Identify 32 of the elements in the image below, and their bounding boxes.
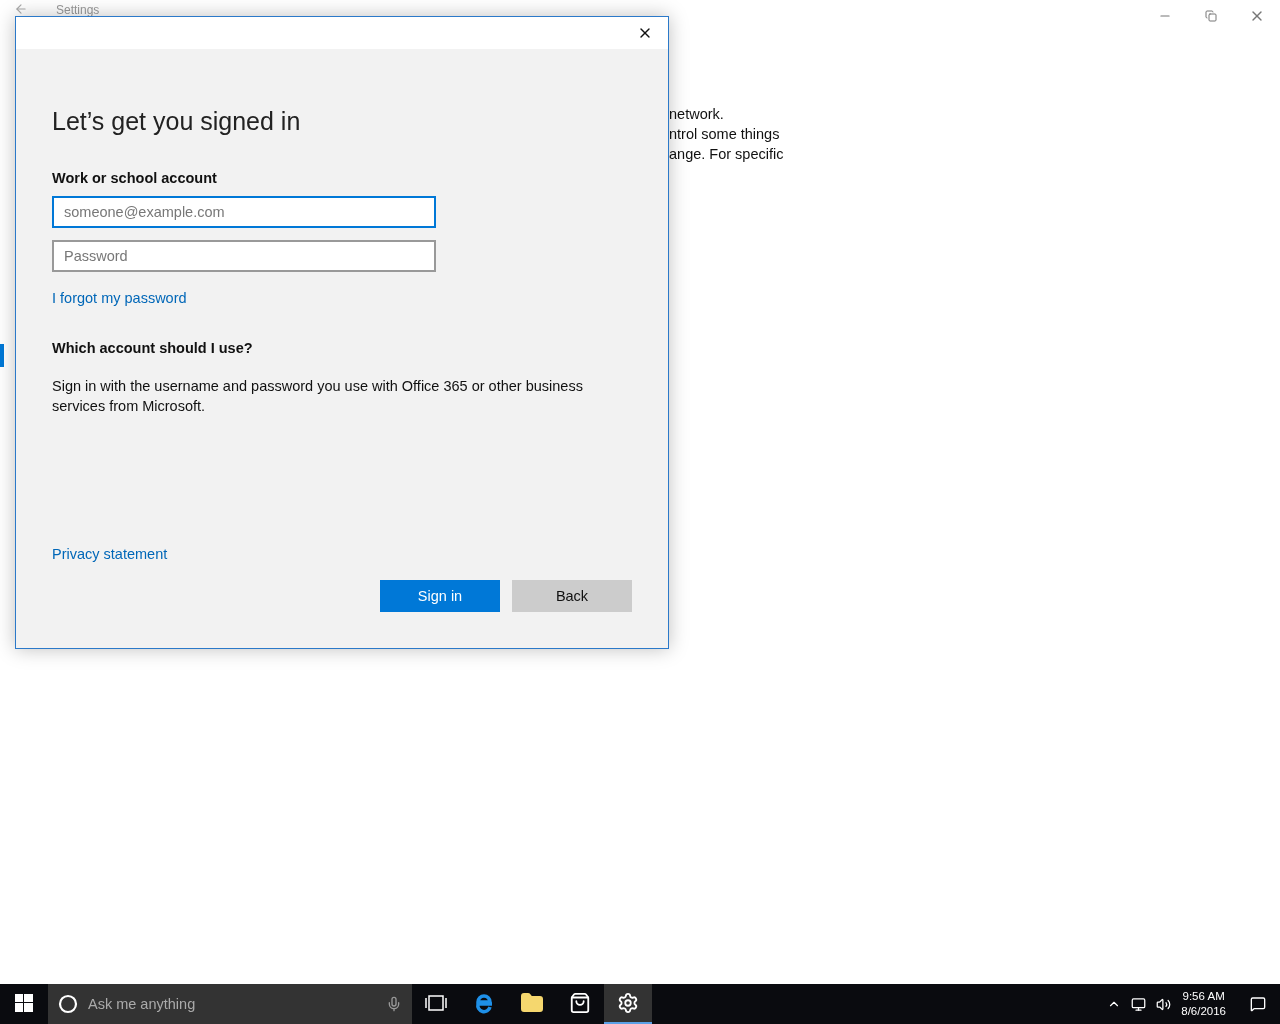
sign-in-button[interactable]: Sign in bbox=[380, 580, 500, 612]
settings-gear-icon bbox=[617, 992, 639, 1014]
folder-icon bbox=[520, 991, 544, 1015]
windows-logo-icon bbox=[15, 994, 33, 1012]
task-view-icon bbox=[425, 995, 447, 1011]
forgot-password-link[interactable]: I forgot my password bbox=[52, 290, 187, 306]
description-text: ange. For specific bbox=[669, 145, 784, 164]
notification-icon[interactable] bbox=[1250, 996, 1266, 1012]
clock-date[interactable]: 8/6/2016 bbox=[1181, 1004, 1226, 1019]
description-text: network. bbox=[669, 105, 725, 124]
browser-icon bbox=[473, 992, 495, 1014]
restore-icon bbox=[1205, 10, 1217, 22]
window-title: Settings bbox=[56, 3, 100, 17]
dialog-heading: Let’s get you signed in bbox=[52, 107, 302, 136]
password-field[interactable]: Password bbox=[52, 240, 436, 272]
clock-time[interactable]: 9:56 AM bbox=[1182, 989, 1225, 1004]
privacy-link[interactable]: Privacy statement bbox=[52, 546, 168, 562]
search-field[interactable]: Ask me anything bbox=[86, 995, 378, 1013]
network-icon[interactable] bbox=[1131, 996, 1147, 1012]
help-text: Sign in with the username and password you use with Office 365 or other business services from Microsoft. bbox=[52, 377, 584, 416]
volume-icon[interactable] bbox=[1156, 996, 1172, 1012]
field-label: Work or school account bbox=[52, 170, 218, 186]
store-bag-icon bbox=[569, 992, 591, 1014]
selection-indicator bbox=[0, 344, 4, 367]
cortana-circle-icon bbox=[58, 994, 78, 1014]
search-box[interactable]: Ask me anything bbox=[48, 984, 412, 1024]
taskbar-app-button[interactable] bbox=[604, 984, 652, 1024]
microphone-icon bbox=[386, 996, 402, 1012]
back-button[interactable]: Back bbox=[512, 580, 632, 612]
email-field[interactable]: someone@example.com bbox=[52, 196, 436, 228]
section-heading: Which account should I use? bbox=[52, 340, 254, 356]
description-text: ntrol some things bbox=[669, 125, 781, 144]
